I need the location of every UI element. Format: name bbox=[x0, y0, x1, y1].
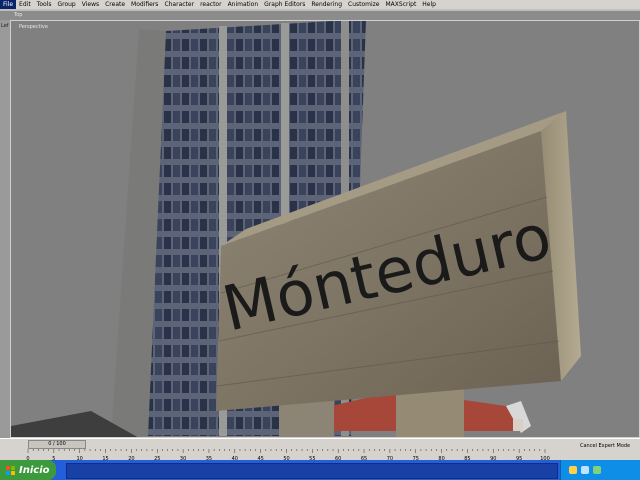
start-button[interactable]: Inicio bbox=[0, 460, 56, 480]
tray-icon bbox=[581, 466, 589, 474]
menu-bar: File Edit Tools Group Views Create Modifiers Ch… bbox=[0, 0, 640, 9]
menu-item-tools[interactable]: Tools bbox=[34, 0, 55, 9]
menu-item-animation[interactable]: Animation bbox=[225, 0, 262, 9]
menu-item-graph-editors[interactable]: Graph Editors bbox=[261, 0, 308, 9]
menu-item-help[interactable]: Help bbox=[419, 0, 439, 9]
start-label: Inicio bbox=[19, 464, 50, 476]
status-bar: 0 / 100 0 5 10 15 20 25 30 35 40 45 50 55 60 65 70 75 80… bbox=[0, 438, 640, 461]
taskbar: Inicio bbox=[0, 460, 640, 480]
menu-item-customize[interactable]: Customize bbox=[345, 0, 383, 9]
menu-item-maxscript[interactable]: MAXScript bbox=[383, 0, 420, 9]
cancel-expert-mode-label[interactable]: Cancel Expert Mode bbox=[580, 443, 630, 449]
menu-item-group[interactable]: Group bbox=[54, 0, 78, 9]
sign-post-left bbox=[279, 399, 334, 437]
menu-item-views[interactable]: Views bbox=[79, 0, 102, 9]
tray-icon bbox=[569, 466, 577, 474]
left-viewport-label: Lef bbox=[1, 23, 9, 29]
menu-item-rendering[interactable]: Rendering bbox=[308, 0, 345, 9]
menu-item-edit[interactable]: Edit bbox=[16, 0, 34, 9]
tray-icon bbox=[593, 466, 601, 474]
3d-scene: Mónteduro bbox=[11, 21, 581, 437]
menu-item-create[interactable]: Create bbox=[102, 0, 128, 9]
taskbar-app-button[interactable] bbox=[66, 463, 558, 479]
time-slider[interactable]: 0 / 100 bbox=[28, 440, 86, 449]
menu-item-file[interactable]: File bbox=[0, 0, 17, 9]
sign-post-right bbox=[396, 389, 464, 437]
menu-item-modifiers[interactable]: Modifiers bbox=[128, 0, 161, 9]
windows-logo-icon bbox=[6, 465, 15, 475]
top-viewport-label: Top bbox=[14, 12, 23, 18]
perspective-viewport[interactable]: Perspective Mónteduro bbox=[10, 20, 640, 438]
system-tray bbox=[560, 460, 640, 480]
menu-item-character[interactable]: Character bbox=[161, 0, 197, 9]
menu-item-reactor[interactable]: reactor bbox=[197, 0, 225, 9]
